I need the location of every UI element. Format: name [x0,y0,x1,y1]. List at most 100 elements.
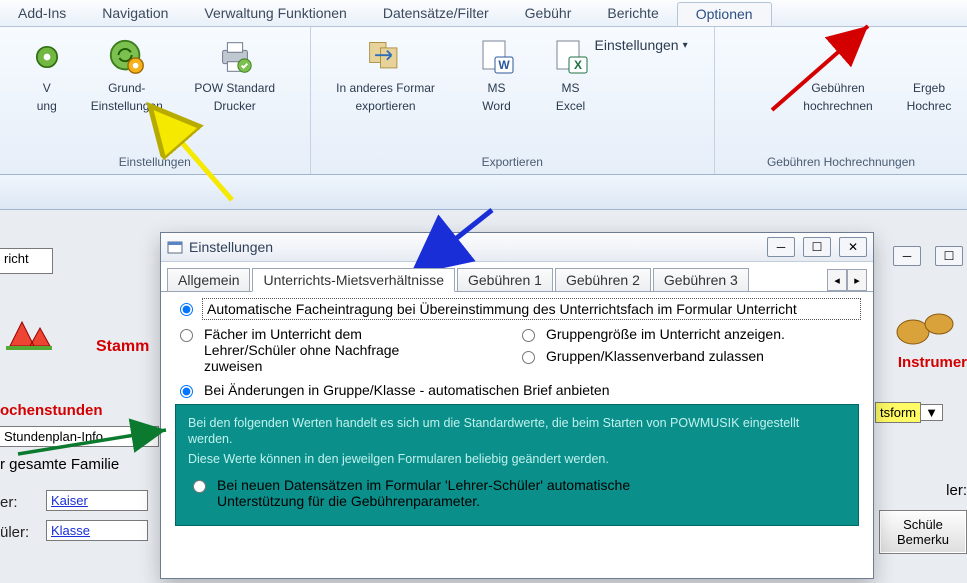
bg-window-controls: ─ ☐ [885,246,963,266]
word-icon: W [477,37,517,77]
label: Fächer im Unterricht dem Lehrer/Schüler … [204,326,424,374]
btn-partial-left[interactable]: V ung [30,37,64,113]
tab-gebuehren-2[interactable]: Gebühren 2 [555,268,651,291]
radio[interactable] [522,351,535,364]
sub-toolbar [0,175,967,210]
tab-scroll-left[interactable]: ◂ [827,269,847,291]
label: MS [562,81,580,95]
export-icon [366,37,406,77]
bg-instrument-icon[interactable] [893,302,963,352]
note-line-2: Diese Werte können in den jeweilgen Form… [188,451,846,467]
btn-in-anderes-format[interactable]: In anderes Formar exportieren [321,37,451,113]
bg-tsform-field[interactable]: tsform [875,402,921,423]
radio[interactable] [180,329,193,342]
radio[interactable] [180,385,193,398]
opt-auto-facheintragung[interactable]: Automatische Facheintragung bei Übereins… [175,300,859,318]
chevron-down-icon: ▾ [683,40,688,51]
dialog-tabs: Allgemein Unterrichts-Mietsverhältnisse … [161,262,873,292]
opt-auto-brief[interactable]: Bei Änderungen in Gruppe/Klasse - automa… [175,382,859,398]
dialog-titlebar[interactable]: Einstellungen ─ ☐ ✕ [161,233,873,262]
chevron-down-icon[interactable]: ▼ [921,404,943,421]
label: Excel [556,99,585,113]
radio[interactable] [193,480,206,493]
maximize-icon[interactable]: ☐ [935,246,963,266]
btn-grund-einstellungen[interactable]: Grund- Einstellungen [82,37,172,113]
tab-gebuehren-3[interactable]: Gebühren 3 [653,268,749,291]
label: Einstellungen [595,37,679,53]
dialog-title: Einstellungen [189,239,273,255]
label: Schüle [890,517,956,532]
tab-scroll-right[interactable]: ▸ [847,269,867,291]
label: Gruppengröße im Unterricht anzeigen. [546,326,785,342]
bg-uler-label: üler: [0,524,29,541]
tab-allgemein[interactable]: Allgemein [167,268,250,291]
label: Drucker [214,99,256,113]
minimize-button[interactable]: ─ [767,237,795,257]
btn-gebuehren-hochrechnen[interactable]: Gebühren hochrechnen [793,37,883,113]
tab-navigation[interactable]: Navigation [84,2,186,24]
calc-icon [818,37,858,77]
btn-ms-word[interactable]: W MS Word [469,37,525,113]
label: ochenstunden [0,402,103,419]
bg-familie: r gesamte Familie [0,456,119,473]
dropdown-einstellungen[interactable]: Einstellungen ▾ [589,33,694,57]
label: POW Standard [194,81,275,95]
bg-stamm-label: Stamm [96,338,149,356]
tab-scroll-arrows: ◂ ▸ [827,269,867,291]
tab-addins[interactable]: Add-Ins [0,2,84,24]
opt-gruppen-klassenverband[interactable]: Gruppen/Klassenverband zulassen [517,348,859,364]
label: Hochrec [907,99,952,113]
dialog-einstellungen: Einstellungen ─ ☐ ✕ Allgemein Unterricht… [160,232,874,579]
ribbon-menu-tabs: Add-Ins Navigation Verwaltung Funktionen… [0,0,967,27]
maximize-button[interactable]: ☐ [803,237,831,257]
ribbon-group-exportieren: In anderes Formar exportieren W MS Word [311,27,715,174]
bg-stundenplan-info[interactable]: Stundenplan-Info [0,426,159,447]
btn-pow-standard-drucker[interactable]: POW Standard Drucker [190,37,280,113]
tab-unterricht-miet[interactable]: Unterrichts-Mietsverhältnisse [252,268,455,292]
label: Bei neuen Datensätzen im Formular 'Lehre… [217,477,677,509]
excel-icon: X [551,37,591,77]
bg-kaiser-link[interactable]: Kaiser [46,490,148,511]
tab-gebuehren-1[interactable]: Gebühren 1 [457,268,553,291]
bg-tsform: tsform ▼ [875,402,943,423]
radio[interactable] [180,303,193,316]
label: Automatische Facheintragung bei Übereins… [202,298,861,320]
bg-tab-richt[interactable]: richt [0,248,53,274]
label: Gruppen/Klassenverband zulassen [546,348,764,364]
label: ung [37,99,57,113]
label: Ergeb [913,81,945,95]
minimize-icon[interactable]: ─ [893,246,921,266]
gear-icon [27,37,67,77]
label: V [43,81,51,95]
label: Gebühren [811,81,864,95]
tab-gebuehr[interactable]: Gebühr [507,2,590,24]
btn-ergebnis-hochrechnung[interactable]: Ergeb Hochrec [901,37,957,113]
label: In anderes Formar [336,81,435,95]
label: Einstellungen [91,99,163,113]
bg-ochenstunden: ochenstunden [0,402,103,419]
close-button[interactable]: ✕ [839,237,867,257]
label: MS [488,81,506,95]
note-line-1: Bei den folgenden Werten handelt es sich… [188,415,846,447]
radio[interactable] [522,329,535,342]
opt-faecher-zuweisen[interactable]: Fächer im Unterricht dem Lehrer/Schüler … [175,326,517,374]
settings-icon [167,239,183,255]
tab-datensaetze[interactable]: Datensätze/Filter [365,2,507,24]
teal-info-box: Bei den folgenden Werten handelt es sich… [175,404,859,526]
gear-refresh-icon [107,37,147,77]
tab-verwaltung[interactable]: Verwaltung Funktionen [186,2,364,24]
tab-berichte[interactable]: Berichte [589,2,676,24]
tab-optionen[interactable]: Optionen [677,2,772,26]
label: Bemerku [890,532,956,547]
ribbon-group-gebuehren: Gebühren hochrechnen Ergeb Hochrec Gebüh… [715,27,967,174]
bg-klasse-link[interactable]: Klasse [46,520,148,541]
svg-text:X: X [574,58,582,72]
group-title: Einstellungen [10,153,300,172]
bg-stamm-icon[interactable] [4,302,60,354]
opt-gruppengroesse[interactable]: Gruppengröße im Unterricht anzeigen. [517,326,859,342]
label: exportieren [356,99,416,113]
opt-neue-datensaetze[interactable]: Bei neuen Datensätzen im Formular 'Lehre… [188,477,846,509]
btn-schueler-bemerkung[interactable]: Schüle Bemerku [879,510,967,554]
group-title: Exportieren [321,153,704,172]
dialog-body: Automatische Facheintragung bei Übereins… [161,292,873,536]
